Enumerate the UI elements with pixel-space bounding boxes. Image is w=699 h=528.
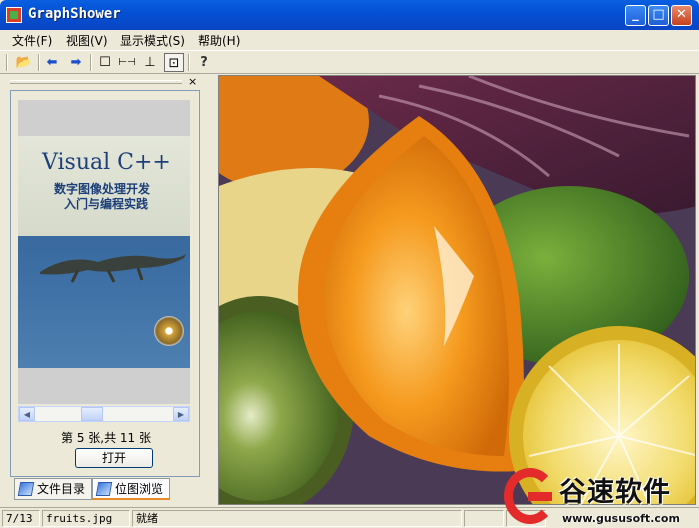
thumbnail-image[interactable]: Visual C++ 数字图像处理开发 入门与编程实践 [18,136,190,368]
status-filename: fruits.jpg [42,510,130,527]
close-button[interactable]: ✕ [671,5,692,26]
main-image-view[interactable] [218,75,696,505]
scroll-right-button[interactable]: ▶ [173,407,189,421]
watermark-logo: 谷速软件 www.gususoft.com [504,468,699,528]
fit-height-icon[interactable]: ⊥ [140,53,160,72]
cover-subtitle: 数字图像处理开发 入门与编程实践 [54,182,150,212]
toolbar: 📂 ⬅ ➡ ☐ ⊢⊣ ⊥ ⊡ ? [0,50,699,74]
fit-window-icon[interactable]: ⊡ [164,53,184,72]
watermark-brand: 谷速软件 [559,477,671,508]
app-icon[interactable] [6,7,22,23]
horizontal-scrollbar[interactable]: ◀ ▶ [18,406,190,422]
help-icon[interactable]: ? [194,53,214,72]
panel-body: Visual C++ 数字图像处理开发 入门与编程实践 ◀ ▶ 第 5 张,共 … [10,90,200,477]
thumbnail-viewport: Visual C++ 数字图像处理开发 入门与编程实践 [18,100,190,404]
toolbar-separator [6,54,8,71]
scroll-left-button[interactable]: ◀ [19,407,35,421]
watermark-url: www.gususoft.com [562,512,680,525]
status-pane-extra [464,510,504,527]
fit-width-icon[interactable]: ⊢⊣ [117,53,137,72]
cover-title: Visual C++ [42,150,171,175]
tab-bitmap-browse[interactable]: 位图浏览 [92,478,170,500]
open-folder-icon[interactable]: 📂 [14,53,34,72]
window-title: GraphShower [28,6,121,22]
cd-disc-icon [154,316,184,346]
toolbar-separator [90,54,92,71]
tab-label: 文件目录 [37,482,86,496]
toolbar-separator [38,54,40,71]
title-bar[interactable]: GraphShower _ □ ✕ [0,0,699,30]
menu-help[interactable]: 帮助(H) [198,32,240,49]
panel-header: × [6,75,203,90]
status-state: 就绪 [132,510,462,527]
arrow-right-icon[interactable]: ➡ [66,53,86,72]
scroll-thumb[interactable] [81,407,103,421]
lizard-illustration [40,254,186,283]
menu-bar: 文件(F) 视图(V) 显示模式(S) 帮助(H) [0,30,699,50]
image-tab-icon [95,482,113,496]
panel-tabs: 文件目录 位图浏览 [10,478,200,502]
open-button[interactable]: 打开 [75,448,153,468]
arrow-left-icon[interactable]: ⬅ [42,53,62,72]
panel-grip[interactable] [10,80,182,84]
minimize-button[interactable]: _ [625,5,646,26]
menu-view[interactable]: 视图(V) [66,32,108,49]
maximize-button[interactable]: □ [648,5,669,26]
panel-close-icon[interactable]: × [188,75,197,88]
panel-splitter[interactable] [205,76,217,506]
menu-display-mode[interactable]: 显示模式(S) [120,32,185,49]
original-size-icon[interactable]: ☐ [95,53,115,72]
status-index: 7/13 [2,510,40,527]
cover-subtitle-line: 数字图像处理开发 [54,182,151,196]
fruits-image [219,76,695,504]
cover-subtitle-line: 入门与编程实践 [64,197,149,211]
tab-label: 位图浏览 [115,482,164,496]
page-info: 第 5 张,共 11 张 [61,431,151,445]
tab-file-directory[interactable]: 文件目录 [14,478,92,500]
watermark-g-bar [528,492,552,501]
toolbar-separator [188,54,190,71]
folder-tab-icon [17,482,35,496]
menu-file[interactable]: 文件(F) [12,32,52,49]
browse-panel: × Visual C++ 数字图像处理开发 入门与编程实践 ◀ ▶ 第 5 张,… [6,75,203,504]
